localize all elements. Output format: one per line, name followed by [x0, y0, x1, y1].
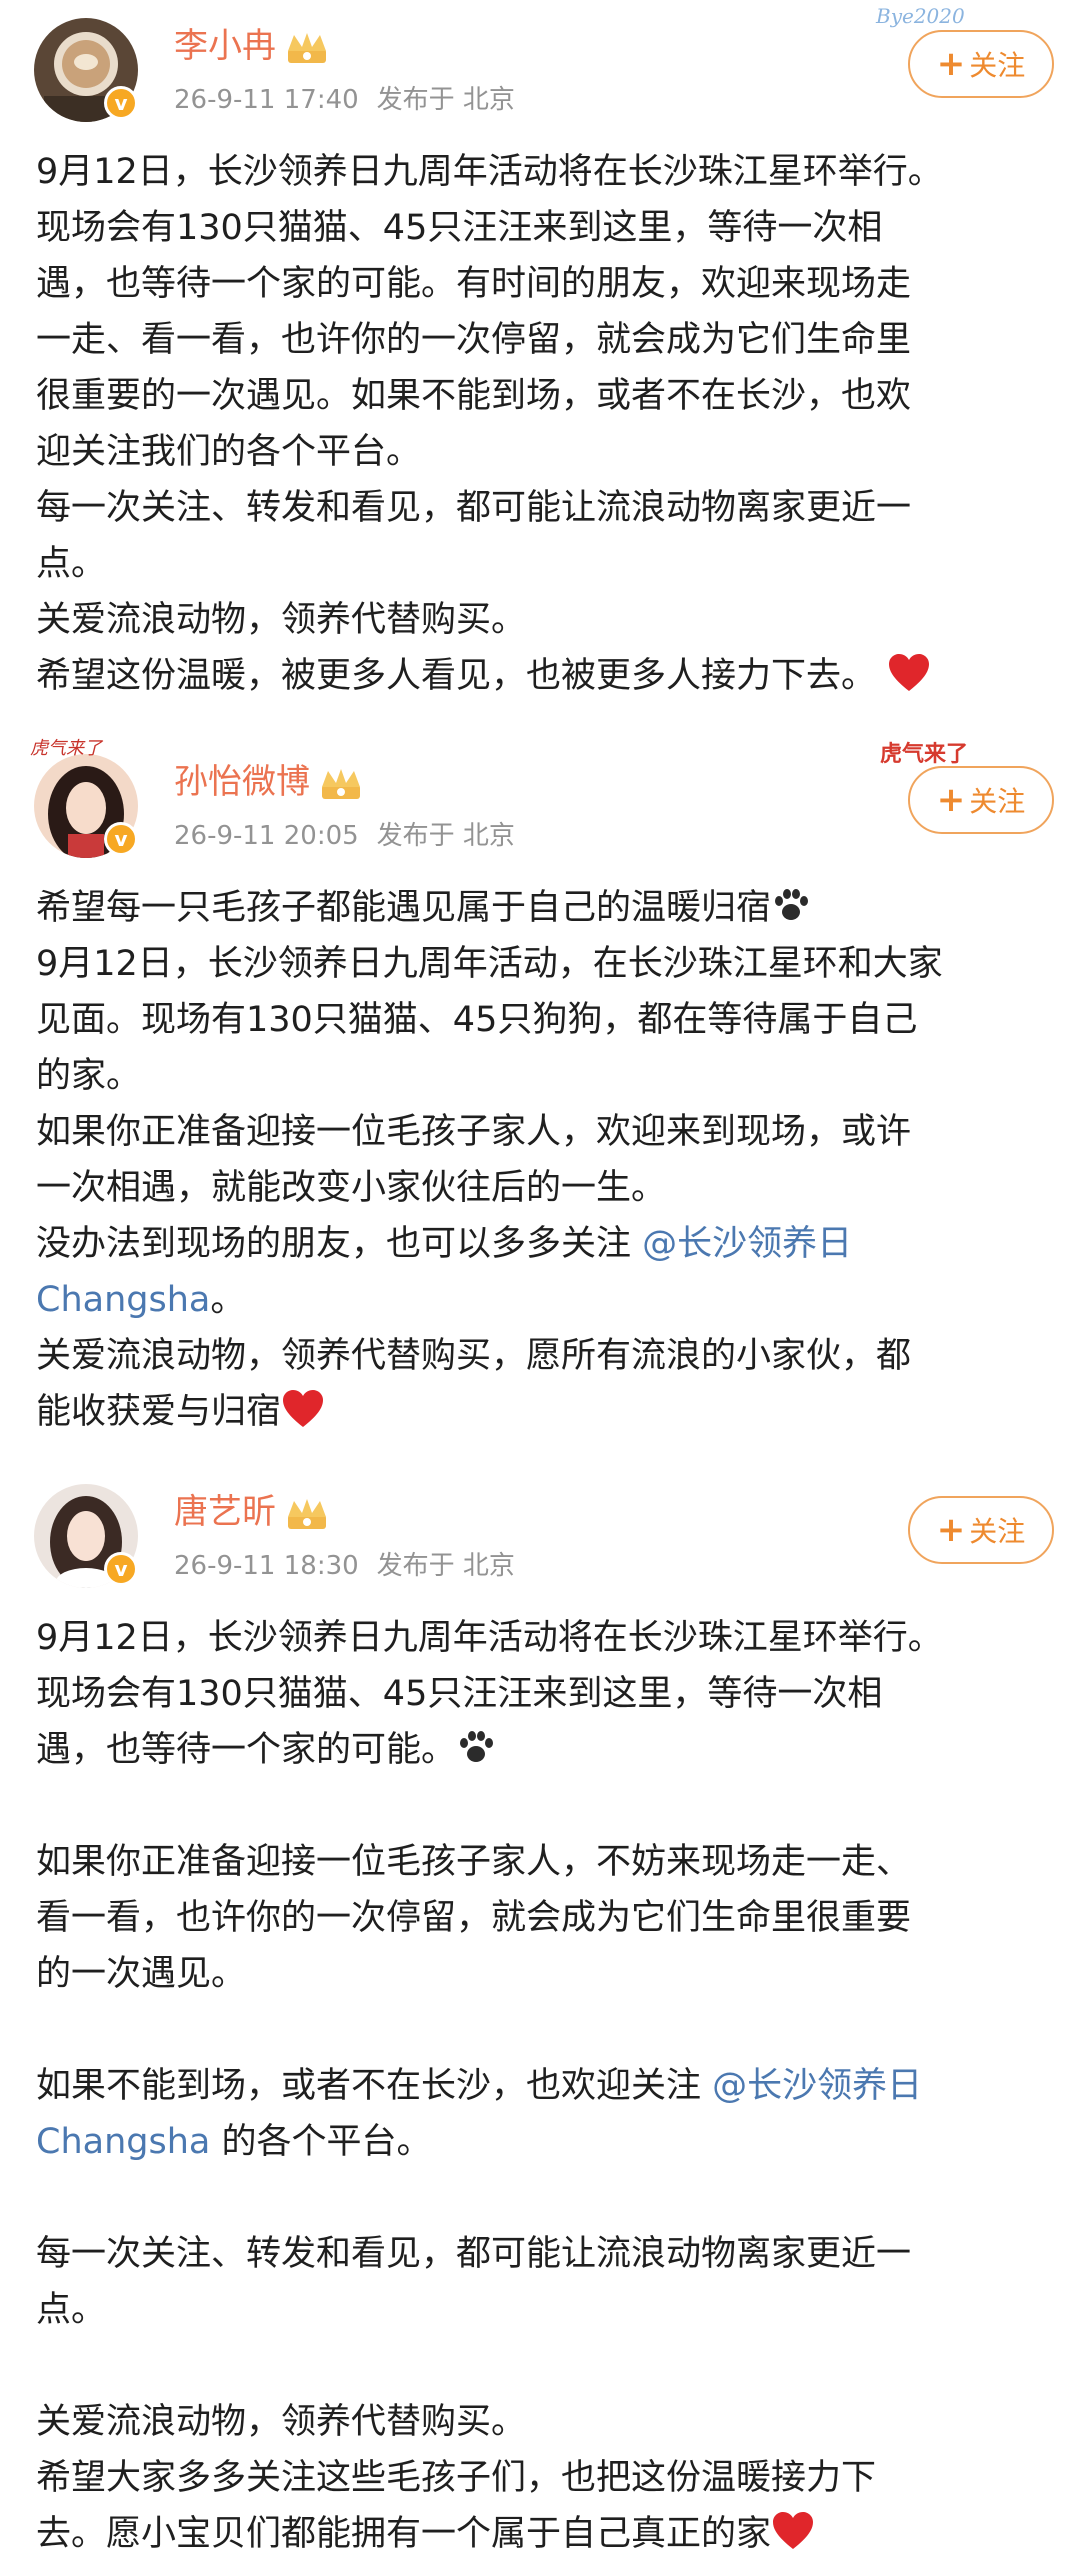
text-line: 关爱流浪动物，领养代替购买。: [36, 600, 527, 640]
text-line: 遇，也等待一个家的可能。: [36, 1722, 1046, 1778]
text-line: 每一次关注、转发和看见，都可能让流浪动物离家更近一: [36, 488, 912, 528]
post-time: 26-9-11 18:30: [174, 1551, 359, 1581]
text-line: 9月12日，长沙领养日九周年活动将在长沙珠江星环举行。: [36, 152, 943, 192]
heart-icon: [773, 2512, 814, 2549]
text-line: 希望这份温暖，被更多人看见，也被更多人接力下去。: [36, 648, 1046, 704]
post-meta: 26-9-11 18:30 发布于 北京: [174, 1548, 515, 1584]
text-line: 一走、看一看，也许你的一次停留，就会成为它们生命里: [36, 320, 912, 360]
post-meta: 26-9-11 20:05 发布于 北京: [174, 818, 515, 854]
text-line: 能收获爱与归宿: [36, 1384, 1046, 1440]
mention-link[interactable]: @长沙领养日: [712, 2066, 922, 2106]
avatar-decoration: 虎气来了: [30, 738, 102, 759]
username-text[interactable]: 孙怡微博: [174, 762, 310, 802]
text-line: 点。: [36, 2290, 107, 2330]
text-line: 一次相遇，就能改变小家伙往后的一生。: [36, 1168, 667, 1208]
username[interactable]: 李小冉: [174, 22, 330, 70]
follow-button[interactable]: + 关注: [908, 30, 1054, 98]
username-text[interactable]: 唐艺昕: [174, 1492, 276, 1532]
text-line: 的一次遇见。: [36, 1954, 247, 1994]
text-line: 的家。: [36, 1056, 142, 1096]
verified-icon: v: [104, 822, 138, 856]
post-header: v 李小冉 26-9-11 17:40 发布于 北京 Bye2020 + 关注: [0, 0, 1080, 122]
post-location: 发布于 北京: [376, 821, 515, 851]
text-line: 希望每一只毛孩子都能遇见属于自己的温暖归宿: [36, 880, 1046, 936]
text-line: 每一次关注、转发和看见，都可能让流浪动物离家更近一: [36, 2234, 912, 2274]
post-header: v 虎气来了 孙怡微博 26-9-11 20:05 发布于 北京 虎气来了 + 关注: [0, 736, 1080, 858]
text-line: 如果不能到场，或者不在长沙，也欢迎关注 @长沙领养日: [36, 2058, 1046, 2114]
text-line: 没办法到现场的朋友，也可以多多关注 @长沙领养日: [36, 1216, 1046, 1272]
text-line: 9月12日，长沙领养日九周年活动，在长沙珠江星环和大家: [36, 944, 943, 984]
text-line: 如果你正准备迎接一位毛孩子家人，欢迎来到现场，或许: [36, 1112, 912, 1152]
follow-label: 关注: [969, 785, 1026, 818]
heart-icon: [889, 654, 930, 691]
username[interactable]: 唐艺昕: [174, 1488, 330, 1536]
text-line: 如果你正准备迎接一位毛孩子家人，不妨来现场走一走、: [36, 1842, 912, 1882]
crown-icon: [322, 768, 360, 799]
text-line: 9月12日，长沙领养日九周年活动将在长沙珠江星环举行。: [36, 1618, 943, 1658]
post-text: 希望每一只毛孩子都能遇见属于自己的温暖归宿 9月12日，长沙领养日九周年活动，在…: [36, 880, 1046, 1440]
plus-icon: +: [936, 1510, 966, 1550]
text-line: 点。: [36, 544, 107, 584]
text-line: 迎关注我们的各个平台。: [36, 432, 422, 472]
text-line: 关爱流浪动物，领养代替购买。: [36, 2402, 527, 2442]
username-text[interactable]: 李小冉: [174, 26, 276, 66]
paw-icon: [460, 1731, 494, 1762]
text-segment: 去。愿小宝贝们都能拥有一个属于自己真正的家: [36, 2514, 772, 2554]
verified-icon: v: [104, 86, 138, 120]
post-meta: 26-9-11 17:40 发布于 北京: [174, 82, 515, 118]
post-time: 26-9-11 17:40: [174, 85, 359, 115]
text-segment: 希望每一只毛孩子都能遇见属于自己的温暖归宿: [36, 888, 772, 928]
post-location: 发布于 北京: [376, 85, 515, 115]
follow-button[interactable]: + 关注: [908, 766, 1054, 834]
decoration-badge: Bye2020: [876, 4, 965, 28]
follow-button[interactable]: + 关注: [908, 1496, 1054, 1564]
heart-icon: [283, 1390, 324, 1427]
mention-link[interactable]: @长沙领养日: [642, 1224, 852, 1264]
text-line: 希望大家多多关注这些毛孩子们，也把这份温暖接力下: [36, 2458, 877, 2498]
post-header: v 唐艺昕 26-9-11 18:30 发布于 北京 + 关注: [0, 1466, 1080, 1588]
text-line: 现场会有130只猫猫、45只汪汪来到这里，等待一次相: [36, 208, 883, 248]
crown-icon: [288, 1498, 326, 1529]
text-line: Changsha 的各个平台。: [36, 2114, 1046, 2170]
verified-icon: v: [104, 1552, 138, 1586]
text-line: 去。愿小宝贝们都能拥有一个属于自己真正的家: [36, 2506, 1046, 2562]
text-line: 很重要的一次遇见。如果不能到场，或者不在长沙，也欢: [36, 376, 912, 416]
plus-icon: +: [936, 44, 966, 84]
text-line: 关爱流浪动物，领养代替购买，愿所有流浪的小家伙，都: [36, 1336, 912, 1376]
text-line: 遇，也等待一个家的可能。有时间的朋友，欢迎来现场走: [36, 264, 912, 304]
post-location: 发布于 北京: [376, 1551, 515, 1581]
text-segment: 没办法到现场的朋友，也可以多多关注: [36, 1224, 632, 1264]
post-text: 9月12日，长沙领养日九周年活动将在长沙珠江星环举行。 现场会有130只猫猫、4…: [36, 1610, 1046, 2562]
text-line: 见面。现场有130只猫猫、45只狗狗，都在等待属于自己: [36, 1000, 918, 1040]
text-segment: 的各个平台。: [221, 2122, 432, 2162]
text-segment: 希望这份温暖，被更多人看见，也被更多人接力下去。: [36, 656, 877, 696]
follow-label: 关注: [969, 1515, 1026, 1548]
mention-link-continued[interactable]: Changsha: [36, 1280, 210, 1320]
username[interactable]: 孙怡微博: [174, 758, 364, 806]
text-segment: 遇，也等待一个家的可能。: [36, 1730, 457, 1770]
text-segment: 能收获爱与归宿: [36, 1392, 282, 1432]
text-line: 看一看，也许你的一次停留，就会成为它们生命里很重要: [36, 1898, 912, 1938]
decoration-badge: 虎气来了: [880, 741, 969, 767]
mention-link-continued[interactable]: Changsha: [36, 2122, 210, 2162]
post-time: 26-9-11 20:05: [174, 821, 359, 851]
text-line: Changsha。: [36, 1272, 1046, 1328]
plus-icon: +: [936, 780, 966, 820]
text-segment: 。: [210, 1280, 246, 1320]
crown-icon: [288, 32, 326, 63]
follow-label: 关注: [969, 49, 1026, 82]
text-segment: 如果不能到场，或者不在长沙，也欢迎关注: [36, 2066, 702, 2106]
post-text: 9月12日，长沙领养日九周年活动将在长沙珠江星环举行。 现场会有130只猫猫、4…: [36, 144, 1046, 704]
paw-icon: [775, 889, 809, 920]
text-line: 现场会有130只猫猫、45只汪汪来到这里，等待一次相: [36, 1674, 883, 1714]
